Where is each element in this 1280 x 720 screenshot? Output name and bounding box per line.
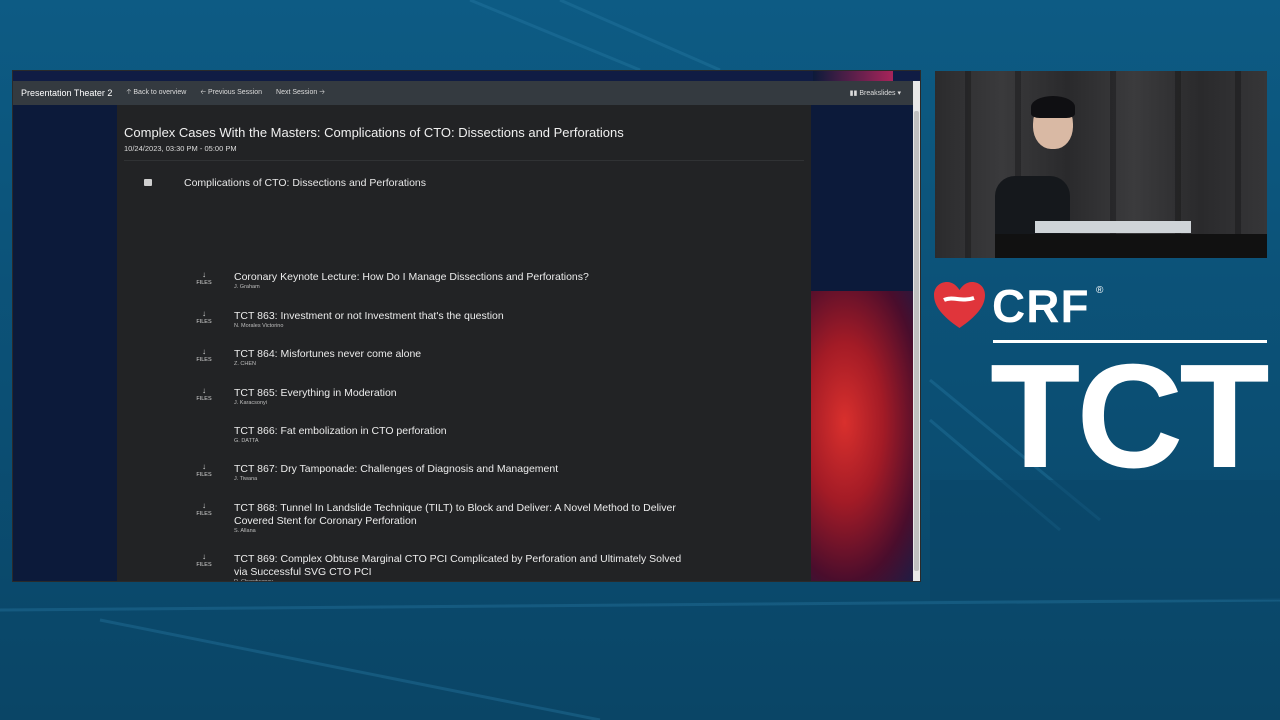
curtain-fold <box>965 71 971 258</box>
speaker-hair <box>1031 96 1075 118</box>
columns-icon: ▮▮ <box>849 90 858 97</box>
session-content: Complex Cases With the Masters: Complica… <box>117 105 811 582</box>
arrow-up-icon: 🡡 <box>126 88 132 96</box>
talk-title[interactable]: TCT 867: Dry Tamponade: Challenges of Di… <box>234 463 694 476</box>
tct-logo-text: TCT <box>990 334 1270 499</box>
arrow-left-icon: 🡠 <box>200 88 206 96</box>
navbar-brand[interactable]: Presentation Theater 2 <box>21 88 112 98</box>
download-arrow-icon: ↓ <box>202 270 206 279</box>
curtain-fold <box>1235 71 1241 258</box>
arrow-right-icon: 🡢 <box>319 88 325 96</box>
previous-session-link[interactable]: 🡠 Previous Session <box>200 88 262 99</box>
scrollbar-thumb[interactable] <box>914 111 919 571</box>
files-download-button[interactable]: ↓ FILES <box>193 271 215 287</box>
talk-title[interactable]: Coronary Keynote Lecture: How Do I Manag… <box>234 271 694 284</box>
section-list-icon[interactable] <box>144 179 152 186</box>
files-download-button[interactable]: ↓ FILES <box>193 502 215 518</box>
files-download-button[interactable]: ↓ FILES <box>193 463 215 479</box>
back-to-overview-link[interactable]: 🡡 Back to overview <box>126 88 186 99</box>
files-download-button[interactable]: ↓ FILES <box>193 553 215 569</box>
files-download-button[interactable]: ↓ FILES <box>193 310 215 326</box>
talk-author: J. Karacsonyi <box>234 400 268 406</box>
files-label: FILES <box>196 472 212 478</box>
talk-title[interactable]: TCT 869: Complex Obtuse Marginal CTO PCI… <box>234 553 694 578</box>
breakslides-label: Breakslides <box>859 90 896 97</box>
session-time: 10/24/2023, 03:30 PM - 05:00 PM <box>124 144 237 153</box>
talk-author: S. Allana <box>234 528 256 534</box>
talk-title[interactable]: TCT 864: Misfortunes never come alone <box>234 348 694 361</box>
crf-heart-logo-icon <box>934 282 985 328</box>
registered-mark: ® <box>1096 285 1104 296</box>
next-session-link[interactable]: Next Session 🡢 <box>276 88 325 99</box>
back-to-overview-label: Back to overview <box>133 88 187 96</box>
talk-author: N. Morales Victorino <box>234 323 284 329</box>
files-download-button[interactable]: ↓ FILES <box>193 348 215 364</box>
breakslides-dropdown[interactable]: ▮▮ Breakslides ▾ <box>850 89 901 97</box>
session-title: Complex Cases With the Masters: Complica… <box>124 125 624 140</box>
next-session-label: Next Session <box>276 88 318 96</box>
download-arrow-icon: ↓ <box>202 462 206 471</box>
talk-author: J. Graham <box>234 284 260 290</box>
talk-title[interactable]: TCT 868: Tunnel In Landslide Technique (… <box>234 502 694 527</box>
files-label: FILES <box>196 511 212 517</box>
talk-author: R. Chandwaney <box>234 579 274 582</box>
speaker-camera-feed <box>935 71 1267 258</box>
section-title[interactable]: Complications of CTO: Dissections and Pe… <box>184 177 426 189</box>
talk-title[interactable]: TCT 863: Investment or not Investment th… <box>234 310 694 323</box>
top-navbar: Presentation Theater 2 🡡 Back to overvie… <box>13 81 915 105</box>
scrollbar[interactable] <box>913 81 920 581</box>
download-arrow-icon: ↓ <box>202 386 206 395</box>
files-label: FILES <box>196 280 212 286</box>
divider <box>124 160 804 161</box>
download-arrow-icon: ↓ <box>202 501 206 510</box>
files-download-button[interactable]: ↓ FILES <box>193 387 215 403</box>
download-arrow-icon: ↓ <box>202 309 206 318</box>
download-arrow-icon: ↓ <box>202 347 206 356</box>
presentation-screen: Presentation Theater 2 🡡 Back to overvie… <box>12 70 921 582</box>
files-label: FILES <box>196 319 212 325</box>
talk-author: J. Tiwana <box>234 476 258 482</box>
files-label: FILES <box>196 396 212 402</box>
caret-down-icon: ▾ <box>897 90 901 97</box>
talk-title[interactable]: TCT 865: Everything in Moderation <box>234 387 694 400</box>
podium-monitor <box>1035 221 1191 233</box>
crf-logo-text: CRF <box>992 280 1090 332</box>
talk-author: G. DATTA <box>234 438 259 444</box>
files-label: FILES <box>196 562 212 568</box>
podium <box>995 234 1267 258</box>
talk-author: Z. CHEN <box>234 361 256 367</box>
heart-background-art <box>811 291 920 581</box>
talk-title[interactable]: TCT 866: Fat embolization in CTO perfora… <box>234 425 694 438</box>
screen-top-strip <box>13 71 920 81</box>
files-label: FILES <box>196 357 212 363</box>
previous-session-label: Previous Session <box>207 88 263 96</box>
download-arrow-icon: ↓ <box>202 552 206 561</box>
